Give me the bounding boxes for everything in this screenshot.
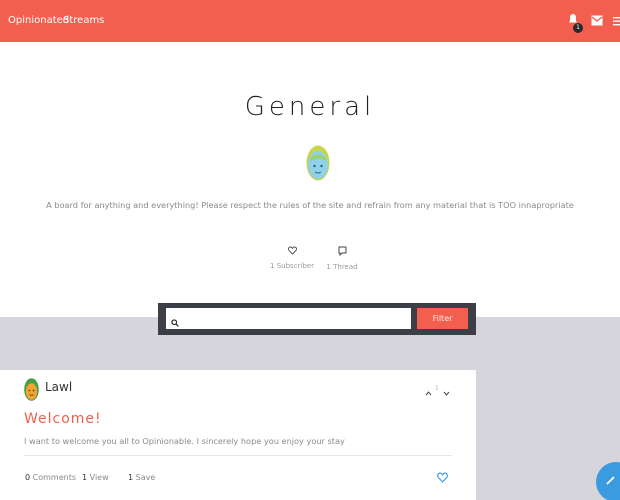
- search-field[interactable]: [166, 308, 411, 329]
- views-stat: 1 View: [82, 473, 109, 482]
- pencil-icon: [606, 476, 615, 485]
- filter-button[interactable]: Filter: [417, 308, 468, 329]
- save-link[interactable]: 1 Save: [128, 473, 155, 482]
- downvote-icon[interactable]: [443, 383, 450, 401]
- board-avatar: [306, 145, 330, 186]
- comments-label: Comments: [32, 473, 77, 482]
- search-icon: [171, 314, 179, 332]
- comments-link[interactable]: 0 Comments: [25, 473, 76, 482]
- views-count: 1: [82, 473, 88, 482]
- mail-icon[interactable]: [591, 13, 603, 31]
- board-description: A board for anything and everything! Ple…: [46, 200, 574, 210]
- notification-badge: 1: [573, 23, 583, 33]
- board-title: General: [244, 92, 376, 122]
- thread-count: 1 Thread: [326, 263, 358, 271]
- saves-label: Save: [135, 473, 156, 482]
- views-label: View: [89, 473, 109, 482]
- saves-count: 1: [128, 473, 134, 482]
- upvote-icon[interactable]: [425, 383, 432, 401]
- author-avatar[interactable]: [24, 378, 39, 406]
- heart-icon[interactable]: [437, 470, 448, 488]
- threads-stat[interactable]: 1 Thread: [312, 246, 372, 271]
- post-title[interactable]: Welcome!: [24, 411, 102, 427]
- post-body: I want to welcome you all to Opinionable…: [24, 436, 345, 446]
- comment-icon: [312, 246, 372, 256]
- menu-icon[interactable]: [613, 13, 620, 31]
- author-name[interactable]: Lawl: [45, 380, 72, 394]
- search-input[interactable]: [184, 311, 404, 326]
- brand-link[interactable]: Opinionated: [8, 15, 69, 26]
- divider: [24, 455, 452, 456]
- vote-count: 1: [435, 385, 439, 392]
- streams-link[interactable]: Streams: [63, 15, 104, 26]
- comments-count: 0: [25, 473, 31, 482]
